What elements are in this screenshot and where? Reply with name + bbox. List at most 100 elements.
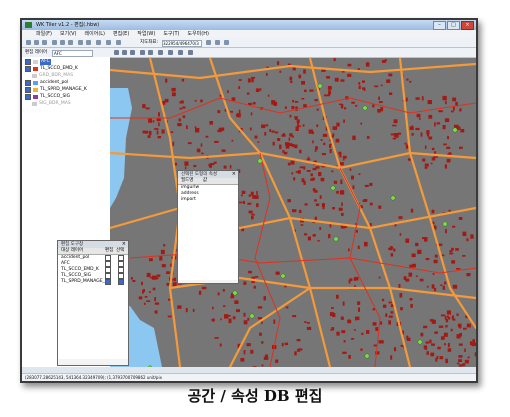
move-icon[interactable] bbox=[158, 50, 163, 55]
layer-item-afc[interactable]: AFC bbox=[25, 59, 51, 65]
parcel bbox=[340, 179, 343, 185]
parcel bbox=[388, 247, 393, 251]
parcel bbox=[277, 138, 281, 141]
identify-icon[interactable] bbox=[224, 40, 229, 45]
parcel bbox=[374, 85, 379, 88]
parcel bbox=[316, 108, 319, 111]
edit-layer-row[interactable]: TL_SPRD_MANAGE_K bbox=[61, 279, 128, 285]
open-icon[interactable] bbox=[26, 40, 31, 45]
menu-help[interactable]: 도우미(H) bbox=[187, 30, 208, 38]
go-icon[interactable] bbox=[206, 40, 211, 45]
attribute-row[interactable]: import bbox=[181, 197, 238, 203]
parcel bbox=[335, 138, 340, 143]
parcel bbox=[195, 128, 200, 133]
menu-work[interactable]: 작업(W) bbox=[137, 30, 155, 38]
menu-edit[interactable]: 편집(E) bbox=[113, 30, 129, 38]
cursor-icon[interactable] bbox=[178, 50, 183, 55]
fullextent-icon[interactable] bbox=[106, 40, 111, 45]
coord-input[interactable]: 322954/496470/3 bbox=[162, 40, 202, 47]
menu-layer[interactable]: 레이어(L) bbox=[85, 30, 106, 38]
print-icon[interactable] bbox=[42, 40, 47, 45]
select-icon[interactable] bbox=[215, 40, 220, 45]
grid-icon[interactable] bbox=[122, 50, 127, 55]
parcel bbox=[158, 122, 160, 127]
map-canvas[interactable]: 선택된 도형의 속성 × 필드명 값 imgurlw address impor… bbox=[110, 58, 476, 367]
parcel bbox=[388, 315, 393, 318]
parcel bbox=[388, 301, 392, 304]
parcel bbox=[347, 63, 352, 67]
maximize-button[interactable]: □ bbox=[447, 21, 460, 30]
parcel bbox=[445, 358, 448, 364]
parcel bbox=[298, 209, 302, 214]
parcel bbox=[329, 223, 332, 228]
parcel bbox=[339, 154, 342, 158]
menu-file[interactable]: 파일(F) bbox=[36, 30, 52, 38]
delete-icon[interactable] bbox=[168, 50, 173, 55]
map-graphics[interactable] bbox=[110, 58, 476, 367]
back-arrow-icon[interactable] bbox=[78, 40, 83, 45]
parcel bbox=[425, 258, 430, 261]
undo-icon[interactable] bbox=[188, 50, 193, 55]
parcel bbox=[428, 136, 433, 140]
parcel bbox=[372, 308, 375, 311]
point-tool-icon[interactable] bbox=[130, 50, 135, 55]
parcel bbox=[298, 74, 302, 79]
parcel bbox=[434, 151, 437, 154]
layer-item-emd[interactable]: TL_SCCO_EMD_K bbox=[25, 66, 78, 72]
parcel bbox=[285, 306, 289, 309]
measure-icon[interactable] bbox=[116, 40, 121, 45]
zoom-in-icon[interactable] bbox=[52, 40, 57, 45]
layer-item-sprd[interactable]: TL_SPRD_MANAGE_K bbox=[25, 87, 87, 93]
menu-view[interactable]: 보기(V) bbox=[60, 30, 77, 38]
parcel bbox=[342, 351, 347, 354]
parcel bbox=[419, 278, 424, 282]
save-icon[interactable] bbox=[34, 40, 39, 45]
vertex-icon[interactable] bbox=[114, 50, 119, 55]
parcel bbox=[392, 137, 397, 140]
edit-checkbox[interactable] bbox=[105, 279, 111, 285]
parcel bbox=[145, 107, 150, 110]
layer-item-sig[interactable]: TL_SCCO_SIG bbox=[25, 94, 70, 100]
layer-item-sigbdr[interactable]: SIG_BDR_MAS bbox=[32, 101, 71, 107]
polygon-tool-icon[interactable] bbox=[148, 50, 153, 55]
edit-layer-select[interactable]: AFC bbox=[52, 50, 93, 57]
parcel bbox=[404, 142, 407, 145]
layer-checkbox[interactable] bbox=[25, 94, 31, 100]
parcel bbox=[297, 170, 301, 174]
layer-checkbox[interactable] bbox=[25, 66, 31, 72]
layer-checkbox[interactable] bbox=[25, 59, 31, 65]
layer-checkbox[interactable] bbox=[25, 80, 31, 86]
parcel bbox=[252, 366, 257, 367]
forward-arrow-icon[interactable] bbox=[86, 40, 91, 45]
zoom-out-icon[interactable] bbox=[60, 40, 65, 45]
edit-tool-popup[interactable]: 편집 도구창 × 대상 레이어 편집 선택 accident_pol AFC T… bbox=[57, 240, 129, 366]
parcel bbox=[265, 356, 268, 360]
parcel bbox=[343, 158, 345, 161]
refresh-icon[interactable] bbox=[96, 40, 101, 45]
parcel bbox=[452, 225, 456, 228]
parcel bbox=[462, 255, 466, 257]
parcel bbox=[381, 298, 385, 302]
close-icon[interactable]: × bbox=[232, 171, 236, 178]
select-checkbox[interactable] bbox=[118, 279, 124, 285]
attribute-popup[interactable]: 선택된 도형의 속성 × 필드명 값 imgurlw address impor… bbox=[177, 170, 239, 284]
parcel bbox=[457, 124, 459, 129]
minimize-button[interactable]: – bbox=[433, 21, 446, 30]
line-tool-icon[interactable] bbox=[140, 50, 145, 55]
parcel bbox=[446, 146, 451, 149]
parcel bbox=[437, 346, 441, 350]
layer-item-accident[interactable]: accident_pol bbox=[25, 80, 68, 86]
parcel bbox=[406, 78, 409, 81]
parcel bbox=[443, 143, 447, 146]
close-button[interactable]: × bbox=[461, 21, 474, 30]
close-icon[interactable]: × bbox=[122, 241, 126, 248]
menu-tools[interactable]: 도구(T) bbox=[163, 30, 179, 38]
layer-item-grd[interactable]: GRD_BDR_MAS bbox=[32, 73, 73, 79]
layer-checkbox[interactable] bbox=[25, 87, 31, 93]
parcel bbox=[318, 172, 322, 177]
parcel bbox=[333, 180, 338, 184]
parcel bbox=[285, 142, 290, 146]
main-toolbar: 지도좌표: 322954/496470/3 bbox=[22, 38, 476, 48]
pan-icon[interactable] bbox=[68, 40, 73, 45]
parcel bbox=[327, 94, 330, 97]
